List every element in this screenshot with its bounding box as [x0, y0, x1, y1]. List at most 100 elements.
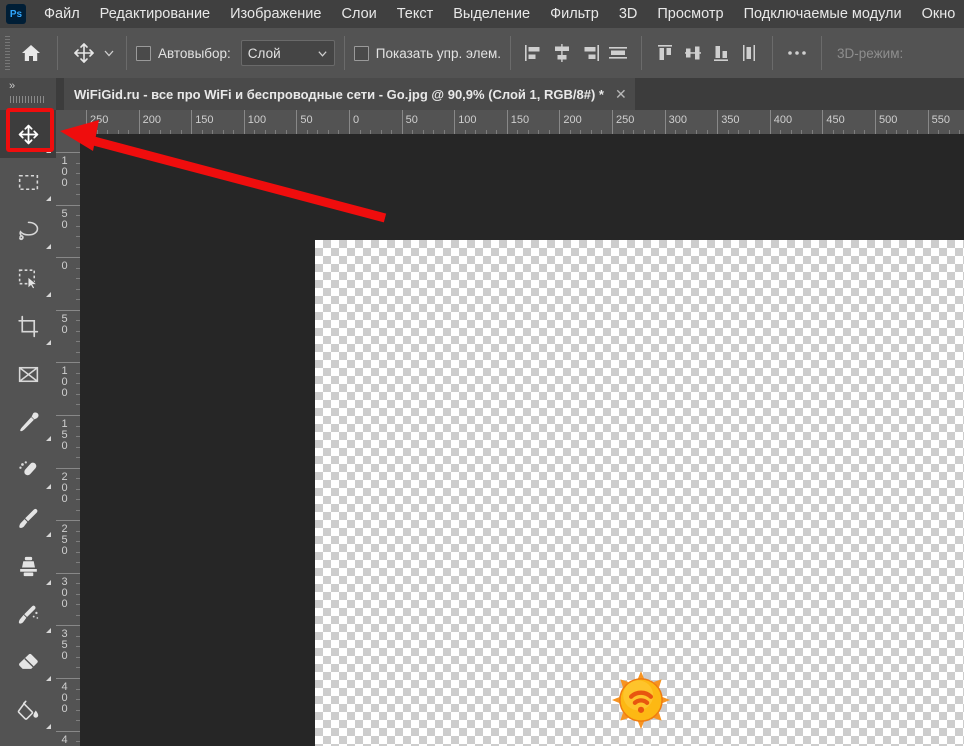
photoshop-window: Ps Файл Редактирование Изображение Слои … [0, 0, 964, 746]
show-controls-checkbox[interactable] [353, 45, 369, 61]
ruler-label: 4 0 0 [61, 681, 68, 715]
autoselect-group: Автовыбор: Слой [136, 40, 335, 66]
history-brush-tool[interactable] [0, 590, 56, 638]
menu-plugins[interactable]: Подключаемые модули [734, 2, 912, 26]
canvas-transparent-layer[interactable] [315, 240, 964, 746]
home-icon [22, 45, 40, 61]
brush-tool[interactable] [0, 494, 56, 542]
document-tab[interactable]: WiFiGid.ru - все про WiFi и беспроводные… [64, 78, 635, 110]
align-top-icon [609, 47, 628, 59]
separator [510, 36, 512, 70]
blur-tool[interactable] [0, 734, 56, 746]
brush-icon [18, 508, 37, 528]
eraser-tool[interactable] [0, 638, 56, 686]
menu-edit[interactable]: Редактирование [90, 2, 220, 26]
quick-select-icon [18, 268, 38, 290]
ruler-tick [454, 110, 456, 134]
document-tab-bar: WiFiGid.ru - все про WiFi и беспроводные… [56, 78, 964, 110]
ruler-label: 300 [668, 114, 687, 126]
active-tool-button[interactable] [67, 36, 101, 70]
menu-view[interactable]: Просмотр [647, 2, 733, 26]
marquee-tool[interactable] [0, 158, 56, 206]
ruler-tick [56, 625, 80, 627]
ruler-label: 150 [195, 114, 214, 126]
distribute-bottom-edges-button[interactable] [707, 38, 735, 68]
tool-flyout-indicator [46, 196, 51, 201]
ruler-label: 3 5 0 [61, 628, 68, 663]
distribute-center-v-icon [685, 46, 702, 60]
separator [821, 36, 823, 70]
more-options-button[interactable] [782, 38, 812, 68]
tool-preset-chevron[interactable] [101, 36, 117, 70]
menu-layers[interactable]: Слои [331, 2, 386, 26]
distribute-top-edges-button[interactable] [651, 38, 679, 68]
ruler-tick [56, 204, 80, 206]
menu-image[interactable]: Изображение [220, 2, 331, 26]
tool-flyout-indicator [46, 724, 51, 729]
document-tab-title: WiFiGid.ru - все про WiFi и беспроводные… [74, 86, 604, 102]
autoselect-scope-value: Слой [247, 45, 281, 61]
chevron-double-right-icon[interactable]: » [9, 80, 15, 92]
tool-flyout-indicator [46, 340, 51, 345]
eyedropper-tool[interactable] [0, 398, 56, 446]
menu-select[interactable]: Выделение [443, 2, 540, 26]
quick-selection-tool[interactable] [0, 254, 56, 302]
ruler-tick [56, 152, 80, 153]
mode-3d-label: 3D-режим: [837, 45, 904, 61]
canvas-viewport[interactable] [80, 134, 964, 746]
menu-text[interactable]: Текст [387, 2, 444, 26]
menu-3d[interactable]: 3D [609, 2, 648, 26]
wifigid-sun-wifi-logo [611, 670, 671, 730]
eraser-icon [18, 653, 38, 669]
clone-stamp-icon [19, 556, 37, 576]
move-tool[interactable] [0, 110, 56, 158]
frame-tool[interactable] [0, 350, 56, 398]
ruler-tick [612, 110, 613, 134]
align-left-edges-button[interactable] [520, 38, 548, 68]
crop-tool[interactable] [0, 302, 56, 350]
autoselect-checkbox[interactable] [136, 45, 151, 61]
options-bar-grip[interactable] [5, 36, 10, 70]
ruler-tick [56, 520, 80, 522]
ruler-tick [56, 257, 80, 259]
marquee-rect-icon [18, 174, 38, 190]
distribute-bottom-icon [714, 46, 729, 61]
photoshop-logo-icon: Ps [6, 4, 26, 24]
chevron-down-icon [104, 50, 114, 57]
clone-stamp-tool[interactable] [0, 542, 56, 590]
distribute-horizontal-button[interactable] [735, 38, 763, 68]
lasso-icon [18, 221, 38, 240]
distribute-vertical-centers-button[interactable] [679, 38, 707, 68]
close-icon[interactable]: ✕ [615, 87, 627, 101]
separator [772, 36, 774, 70]
ruler-tick [56, 415, 80, 416]
ruler-tick [56, 467, 80, 469]
align-horizontal-centers-button[interactable] [548, 38, 576, 68]
menu-filter[interactable]: Фильтр [540, 2, 609, 26]
tool-flyout-indicator [46, 244, 51, 249]
move-icon [18, 124, 38, 144]
ruler-label: 1 0 0 [61, 155, 68, 189]
menu-window[interactable]: Окно [912, 2, 964, 26]
menu-file[interactable]: Файл [34, 2, 90, 26]
ruler-label: 2 0 0 [61, 470, 68, 505]
autoselect-scope-dropdown[interactable]: Слой [240, 40, 335, 66]
toolbar-header: » [0, 78, 56, 110]
separator [641, 36, 643, 70]
vertical-ruler[interactable]: 1 0 0 5 0 0 5 0 1 0 0 1 5 0 2 0 0 2 5 0 3 0 0 3 5… [56, 134, 81, 746]
ruler-label: 100 [458, 114, 477, 126]
ruler-label: 100 [247, 114, 267, 126]
drag-handle-icon[interactable] [10, 96, 46, 103]
ruler-label: 5 0 [61, 312, 68, 336]
tool-flyout-indicator [46, 676, 51, 681]
gradient-tool[interactable] [0, 686, 56, 734]
tool-flyout-indicator [46, 148, 51, 153]
horizontal-ruler[interactable]: 250 200 150 100 50 0 50 100 150 200 250 300 350 400 45… [56, 110, 964, 135]
lasso-tool[interactable] [0, 206, 56, 254]
align-right-edges-button[interactable] [576, 38, 604, 68]
align-top-edges-button[interactable] [604, 38, 632, 68]
home-button[interactable] [14, 36, 48, 70]
healing-brush-tool[interactable] [0, 446, 56, 494]
ruler-label: 1 5 0 [61, 418, 68, 452]
ruler-tick [56, 309, 80, 311]
